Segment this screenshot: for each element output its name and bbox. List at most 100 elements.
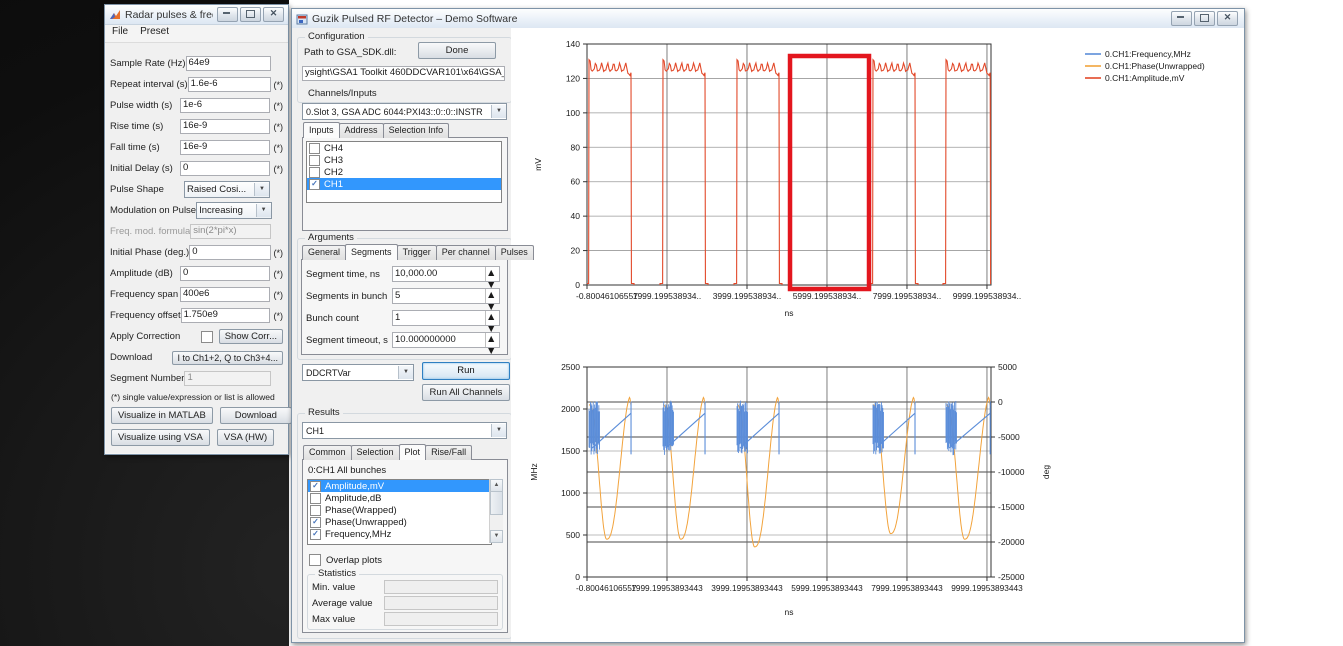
spin-down-icon[interactable]: ▼	[486, 345, 499, 357]
item-checkbox[interactable]	[309, 143, 320, 154]
tab-pulses[interactable]: Pulses	[495, 245, 534, 260]
tab-rise-fall[interactable]: Rise/Fall	[425, 445, 472, 460]
spin-up-icon[interactable]: ▲	[486, 289, 499, 301]
show-correction-button[interactable]: Show Corr...	[219, 329, 283, 344]
field-input[interactable]: 0	[180, 266, 270, 281]
listbox-scrollbar[interactable]: ▲ ▼	[489, 479, 503, 543]
tab-per-channel[interactable]: Per channel	[436, 245, 496, 260]
field-input[interactable]: 400e6	[180, 287, 270, 302]
tab-selection-info[interactable]: Selection Info	[383, 123, 450, 138]
minimize-button[interactable]	[1171, 11, 1192, 26]
list-item-ch4[interactable]: CH4	[307, 142, 501, 154]
field-input[interactable]: 0	[189, 245, 271, 260]
tab-common[interactable]: Common	[303, 445, 352, 460]
maximize-button[interactable]	[1194, 11, 1215, 26]
field-input[interactable]: 0	[180, 161, 270, 176]
item-checkbox[interactable]	[310, 493, 321, 504]
svg-text:0.CH1:Frequency,MHz: 0.CH1:Frequency,MHz	[1105, 49, 1191, 59]
argument-input[interactable]: 10.000000000▲▼	[392, 332, 500, 348]
run-all-channels-button[interactable]: Run All Channels	[422, 384, 510, 401]
action-button-download[interactable]: Download	[220, 407, 292, 424]
svg-text:60: 60	[571, 177, 581, 187]
list-item-ch2[interactable]: CH2	[307, 166, 501, 178]
field-input[interactable]: 16e-9	[180, 140, 270, 155]
sdk-path-input[interactable]: ysight\GSA1 Toolkit 460DDCVAR101\x64\GSA…	[302, 66, 505, 81]
list-item-amplitude-mv[interactable]: Amplitude,mV	[308, 480, 491, 492]
apply-correction-checkbox[interactable]	[201, 331, 213, 343]
tab-inputs[interactable]: Inputs	[303, 122, 340, 138]
field-input[interactable]: 1e-6	[180, 98, 270, 113]
tab-plot[interactable]: Plot	[399, 444, 427, 460]
chevron-down-icon[interactable]: ▼	[256, 204, 271, 217]
field-input[interactable]: 64e9	[186, 56, 271, 71]
item-checkbox[interactable]	[310, 505, 321, 516]
item-checkbox[interactable]	[310, 481, 321, 492]
field-label: Initial Phase (deg.)	[110, 247, 189, 258]
results-tabpage: 0:CH1 All bunches Amplitude,mVAmplitude,…	[302, 459, 508, 633]
chevron-down-icon[interactable]: ▼	[398, 366, 413, 379]
chevron-down-icon[interactable]: ▼	[491, 424, 506, 437]
results-channel-select[interactable]: CH1 ▼	[302, 422, 507, 439]
arguments-group: Arguments GeneralSegmentsTriggerPer chan…	[297, 238, 512, 360]
field-input[interactable]: 16e-9	[180, 119, 270, 134]
radar-field-row: Modulation on PulseIncreasing▼	[105, 200, 288, 221]
star-note: (*)	[270, 311, 283, 321]
list-item-phase-wrapped-[interactable]: Phase(Wrapped)	[308, 504, 491, 516]
menu-preset[interactable]: Preset	[140, 26, 169, 42]
tab-address[interactable]: Address	[339, 123, 384, 138]
item-label: Phase(Wrapped)	[325, 505, 397, 516]
item-checkbox[interactable]	[309, 167, 320, 178]
list-item-ch3[interactable]: CH3	[307, 154, 501, 166]
run-button[interactable]: Run	[422, 362, 510, 380]
svg-text:mV: mV	[533, 158, 543, 171]
done-button[interactable]: Done	[418, 42, 496, 59]
field-input[interactable]: 1.6e-6	[188, 77, 271, 92]
field-label: Segment Number	[110, 373, 184, 384]
item-checkbox[interactable]	[310, 529, 321, 540]
argument-input[interactable]: 5▲▼	[392, 288, 500, 304]
maximize-button[interactable]	[240, 7, 261, 22]
item-checkbox[interactable]	[309, 179, 320, 190]
action-button-visualize-in-matlab[interactable]: Visualize in MATLAB	[111, 407, 213, 424]
spin-up-icon[interactable]: ▲	[486, 311, 499, 323]
list-item-amplitude-db[interactable]: Amplitude,dB	[308, 492, 491, 504]
argument-value: 1	[393, 311, 485, 325]
close-button[interactable]: ✕	[263, 7, 284, 22]
overlap-plots-checkbox[interactable]	[309, 554, 321, 566]
svg-text:3999.199538934..: 3999.199538934..	[713, 291, 782, 301]
menu-file[interactable]: File	[112, 26, 128, 42]
close-button[interactable]: ✕	[1217, 11, 1238, 26]
field-input[interactable]: 1.750e9	[181, 308, 270, 323]
main-titlebar[interactable]: Guzik Pulsed RF Detector – Demo Software…	[292, 9, 1244, 29]
radar-titlebar[interactable]: Radar pulses & freq... ✕	[105, 5, 288, 25]
download-target-button[interactable]: I to Ch1+2, Q to Ch3+4...	[172, 351, 283, 365]
argument-input[interactable]: 10,000.00▲▼	[392, 266, 500, 282]
tab-segments[interactable]: Segments	[345, 244, 398, 260]
tab-selection[interactable]: Selection	[351, 445, 400, 460]
chevron-down-icon[interactable]: ▼	[491, 105, 506, 118]
item-label: CH3	[324, 155, 343, 166]
action-button-visualize-using-vsa[interactable]: Visualize using VSA	[111, 429, 210, 446]
field-label: Frequency span	[110, 289, 180, 300]
spin-up-icon[interactable]: ▲	[486, 333, 499, 345]
svg-text:-10000: -10000	[998, 467, 1025, 477]
list-item-ch1[interactable]: CH1	[307, 178, 501, 190]
field-select[interactable]: Increasing▼	[196, 202, 272, 219]
scrollbar-thumb[interactable]	[490, 491, 503, 515]
tab-trigger[interactable]: Trigger	[397, 245, 437, 260]
item-checkbox[interactable]	[309, 155, 320, 166]
list-item-phase-unwrapped-[interactable]: Phase(Unwrapped)	[308, 516, 491, 528]
item-checkbox[interactable]	[310, 517, 321, 528]
list-item-frequency-mhz[interactable]: Frequency,MHz	[308, 528, 491, 540]
action-button-vsa-hw-[interactable]: VSA (HW)	[217, 429, 274, 446]
chevron-down-icon[interactable]: ▼	[254, 183, 269, 196]
minimize-button[interactable]	[217, 7, 238, 22]
spin-up-icon[interactable]: ▲	[486, 267, 499, 279]
field-select[interactable]: Raised Cosi...▼	[184, 181, 270, 198]
argument-input[interactable]: 1▲▼	[392, 310, 500, 326]
algorithm-select[interactable]: DDCRTVar ▼	[302, 364, 414, 381]
scroll-down-icon[interactable]: ▼	[490, 530, 503, 543]
segment-selection-rect[interactable]	[790, 56, 869, 289]
device-select[interactable]: 0.Slot 3, GSA ADC 6044:PXI43::0::0::INST…	[302, 103, 507, 120]
tab-general[interactable]: General	[302, 245, 346, 260]
